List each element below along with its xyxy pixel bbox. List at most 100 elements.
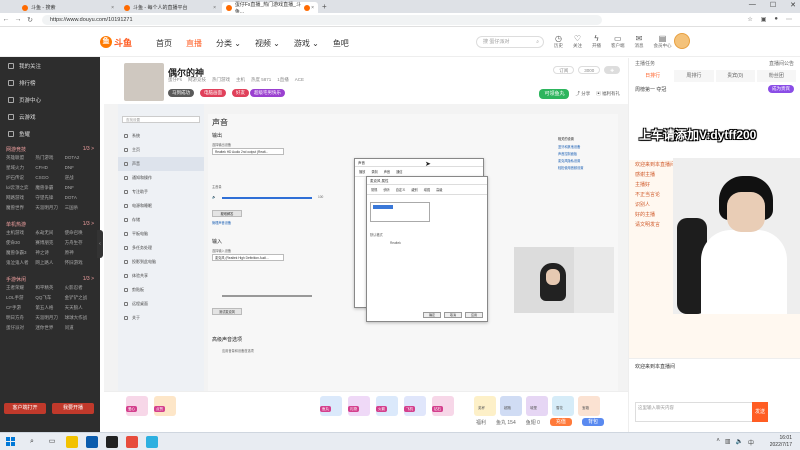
game-link[interactable]: 鬼泣鬼人者: [6, 260, 35, 266]
app-icon[interactable]: [66, 436, 78, 448]
ime-indicator[interactable]: 中: [748, 438, 754, 447]
sidebar-collapse-handle[interactable]: ‹: [97, 230, 103, 258]
section-pager[interactable]: 1/3 >: [83, 276, 94, 283]
room-tag[interactable]: 好友: [232, 89, 249, 97]
game-link[interactable]: 神之诗: [35, 250, 64, 256]
network-icon[interactable]: ▥: [725, 438, 731, 447]
nav-game[interactable]: 游戏 ⌄: [294, 38, 319, 49]
room-tag[interactable]: 马到成功: [168, 89, 194, 97]
claim-fishball-button[interactable]: 可领鱼丸: [539, 89, 570, 99]
game-link[interactable]: 天涯明月刀: [35, 205, 64, 211]
game-link[interactable]: 魔兽争霸3: [6, 250, 35, 256]
start-broadcast-button[interactable]: 我要开播: [52, 403, 94, 414]
sidebar-item-rank[interactable]: 排行榜: [0, 74, 100, 91]
share-button[interactable]: ⤴ 分享: [575, 91, 590, 97]
browser-tab-1[interactable]: 斗鱼 - 搜索 ×: [18, 2, 118, 13]
collections-icon[interactable]: ▣: [761, 16, 767, 23]
close-icon[interactable]: ×: [213, 5, 216, 11]
game-link[interactable]: QQ飞车: [35, 295, 64, 301]
forward-icon[interactable]: →: [12, 16, 24, 23]
nav-video[interactable]: 视频 ⌄: [255, 38, 280, 49]
profile-icon[interactable]: ●: [774, 16, 778, 23]
game-link[interactable]: 星域火力: [6, 165, 35, 171]
search-icon[interactable]: ⌕: [536, 37, 539, 47]
welfare-link[interactable]: 福利: [476, 419, 486, 426]
game-link[interactable]: 怀旧游戏: [65, 260, 94, 266]
history-button[interactable]: ◷ 历史: [554, 34, 563, 49]
anchor-task-link[interactable]: 主播任务: [635, 60, 655, 68]
meta-item[interactable]: 网游竞技: [188, 77, 206, 83]
maximize-icon[interactable]: ☐: [770, 1, 776, 9]
message-button[interactable]: ✉ 消息: [635, 34, 644, 49]
game-link[interactable]: 网上路人: [35, 260, 64, 266]
game-link[interactable]: 炉石传说: [6, 175, 35, 181]
app-icon[interactable]: [126, 436, 138, 448]
game-link[interactable]: DNF: [65, 185, 94, 191]
search-input[interactable]: 搜 蛋仔派对 ⌕: [476, 36, 544, 48]
room-category[interactable]: 蛋仔Fs: [168, 77, 182, 83]
follow-button[interactable]: ♡ 关注: [573, 34, 582, 49]
nav-live[interactable]: 直播: [186, 38, 202, 49]
volume-icon[interactable]: 🔈: [736, 438, 743, 447]
become-vip-button[interactable]: 成为贵宾: [768, 85, 794, 93]
game-link[interactable]: 魔兽争霸: [35, 185, 64, 191]
close-window-icon[interactable]: ✕: [790, 1, 796, 9]
game-link[interactable]: 魔兽世界: [6, 205, 35, 211]
tab-week-rank[interactable]: 周排行: [674, 70, 714, 82]
game-link[interactable]: CFHD: [35, 165, 64, 171]
game-link[interactable]: DOTA: [65, 195, 94, 201]
tab-day-rank[interactable]: 日排行: [633, 70, 673, 82]
browser-tab-2[interactable]: 斗鱼 - 每个人的直播平台 ×: [120, 2, 220, 13]
game-link[interactable]: DNF: [65, 165, 94, 171]
open-client-button[interactable]: 客户端打开: [4, 403, 46, 414]
windows-start-icon[interactable]: [6, 437, 15, 446]
game-link[interactable]: 问道: [65, 325, 94, 331]
game-link[interactable]: 王者荣耀: [6, 285, 35, 291]
more-icon[interactable]: ⋯: [786, 16, 792, 23]
member-button[interactable]: ▤ 会员中心: [654, 34, 672, 49]
game-link[interactable]: 主机游戏: [6, 230, 35, 236]
game-link[interactable]: 金铲铲之战: [65, 295, 94, 301]
game-link[interactable]: 天涯明月刀: [35, 315, 64, 321]
video-player[interactable]: 查找设置 系统 主页 声音 通知和操作 专注助手 电源和睡眠 存储 平板电脑 多…: [104, 104, 628, 391]
game-link[interactable]: 热门游戏: [35, 155, 64, 161]
url-field[interactable]: https://www.douyu.com/10191271: [42, 14, 602, 25]
game-link[interactable]: 使命召唤: [65, 230, 94, 236]
back-icon[interactable]: ←: [0, 16, 12, 23]
send-button[interactable]: 发送: [752, 402, 768, 422]
game-link[interactable]: CF手游: [6, 305, 35, 311]
game-link[interactable]: 逆战: [65, 175, 94, 181]
game-link[interactable]: 三国杀: [65, 205, 94, 211]
game-link[interactable]: 网路游戏: [6, 195, 35, 201]
game-link[interactable]: CSGO: [35, 175, 64, 181]
game-link[interactable]: 守望先锋: [35, 195, 64, 201]
meta-item[interactable]: 主机: [236, 77, 245, 83]
game-link[interactable]: 和平精英: [35, 285, 64, 291]
close-icon[interactable]: ×: [111, 5, 114, 11]
nav-home[interactable]: 首页: [156, 38, 172, 49]
backpack-button[interactable]: 背包: [581, 418, 604, 426]
tab-fan-club[interactable]: 粉丝团: [756, 70, 796, 82]
chevron-up-icon[interactable]: ˄: [716, 438, 720, 447]
game-link[interactable]: 明日方舟: [6, 315, 35, 321]
subscribe-button[interactable]: 订阅: [553, 66, 575, 74]
new-tab-icon[interactable]: +: [322, 2, 327, 11]
welfare-button[interactable]: ▣ 福利有礼: [596, 91, 620, 97]
client-button[interactable]: ▭ 客户端: [611, 34, 625, 49]
game-link[interactable]: 迷你世界: [35, 325, 64, 331]
game-link[interactable]: DOTA2: [65, 155, 94, 161]
broadcast-button[interactable]: ϟ 开播: [592, 34, 601, 49]
game-link[interactable]: LOL手游: [6, 295, 35, 301]
game-link[interactable]: 第五人格: [35, 305, 64, 311]
game-link[interactable]: 原神: [65, 250, 94, 256]
game-link[interactable]: 球球大作战: [65, 315, 94, 321]
anchor-avatar[interactable]: [124, 63, 164, 101]
user-avatar[interactable]: [674, 33, 690, 49]
sidebar-item-webgame[interactable]: 页游中心: [0, 91, 100, 108]
game-link[interactable]: 使命30: [6, 240, 35, 246]
sidebar-item-follow[interactable]: 我的关注: [0, 57, 100, 74]
sidebar-item-cloudgame[interactable]: 云游戏: [0, 108, 100, 125]
game-link[interactable]: 赛博朋克: [35, 240, 64, 246]
minimize-icon[interactable]: —: [749, 1, 756, 9]
nav-fishbar[interactable]: 鱼吧: [333, 38, 349, 49]
